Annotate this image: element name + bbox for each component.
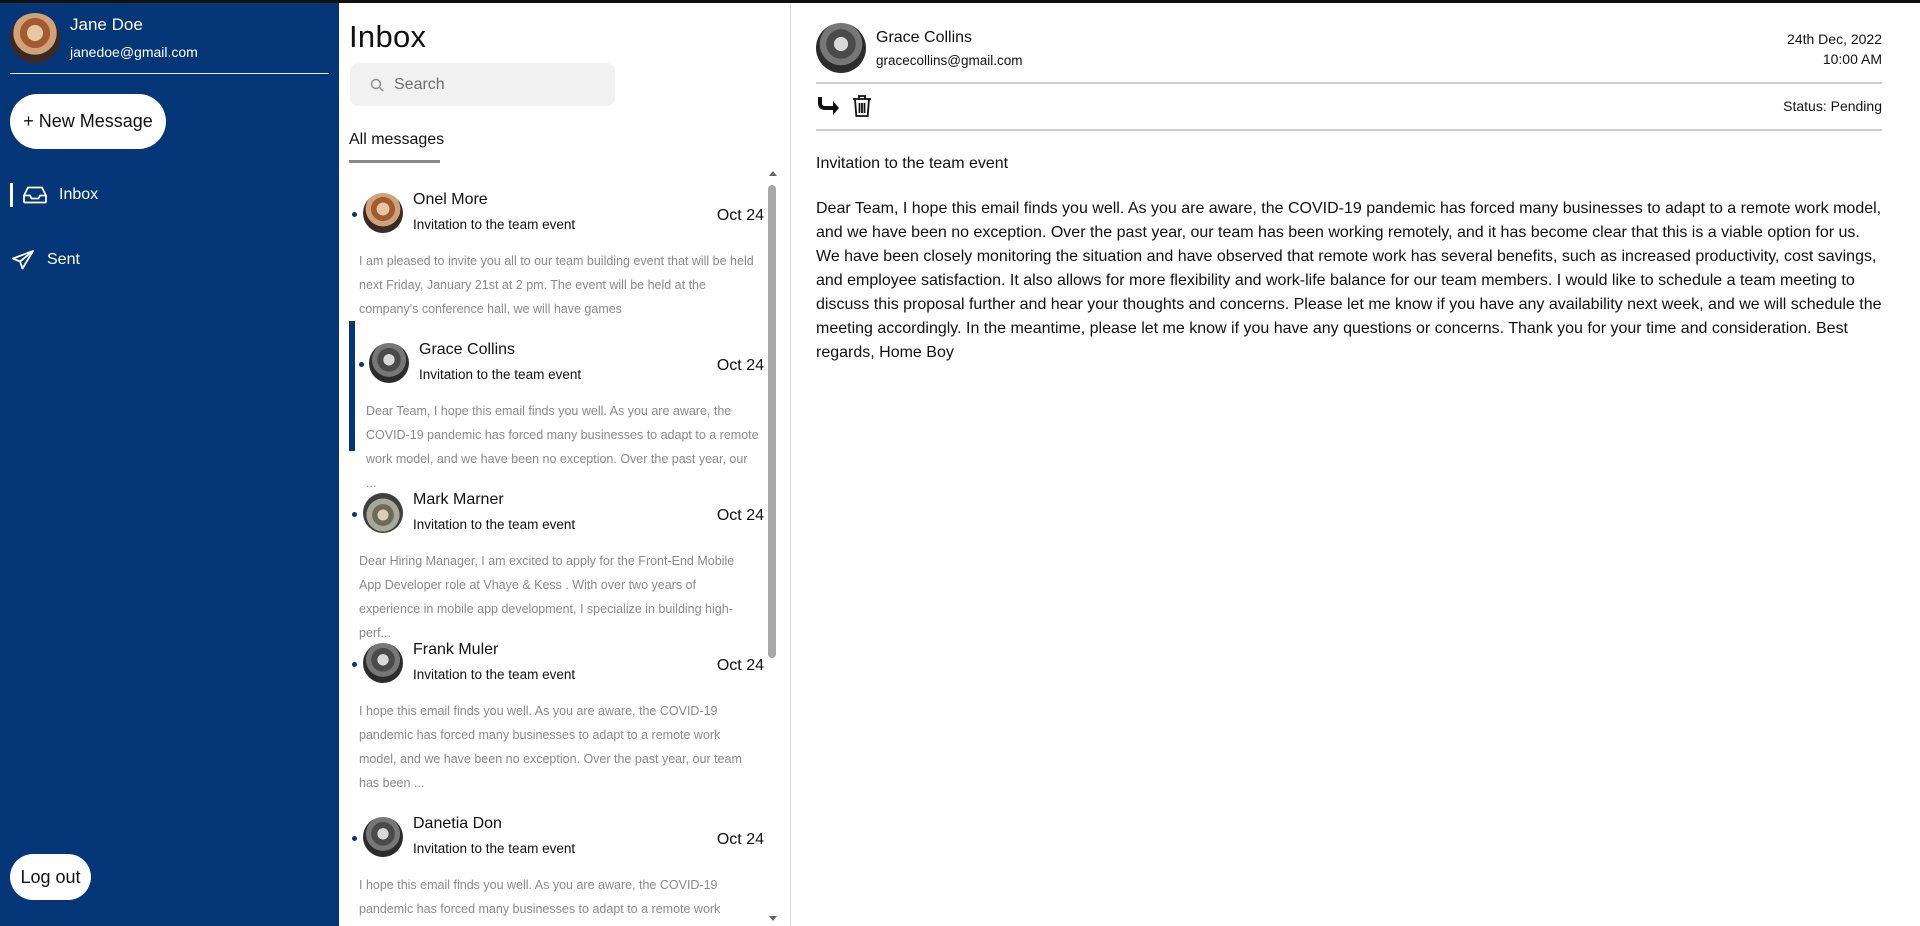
sidebar-divider bbox=[10, 73, 329, 74]
message-list-scrollbar[interactable] bbox=[767, 171, 778, 926]
new-message-button[interactable]: + New Message bbox=[10, 94, 166, 149]
message-list-item[interactable]: Onel More Invitation to the team event O… bbox=[349, 175, 764, 320]
scroll-down-arrow-icon[interactable] bbox=[769, 916, 777, 921]
message-sender: Frank Muler bbox=[413, 641, 499, 658]
message-subject: Invitation to the team event bbox=[413, 841, 576, 856]
scrollbar-thumb[interactable] bbox=[768, 185, 776, 658]
message-date: Oct 24 bbox=[716, 357, 764, 374]
sidebar-item-sent[interactable]: Sent bbox=[10, 247, 80, 273]
search-icon bbox=[370, 78, 384, 92]
logout-button[interactable]: Log out bbox=[10, 854, 91, 900]
message-list-item[interactable]: Danetia Don Invitation to the team event… bbox=[349, 799, 764, 926]
message-subject: Invitation to the team event bbox=[419, 367, 582, 382]
unread-dot bbox=[352, 836, 357, 841]
inbox-icon bbox=[22, 184, 48, 206]
message-date: Oct 24 bbox=[716, 831, 764, 848]
unread-dot bbox=[352, 512, 357, 517]
user-name: Jane Doe bbox=[70, 15, 143, 34]
reader-toolbar bbox=[816, 94, 884, 118]
user-email: janedoe@gmail.com bbox=[70, 44, 198, 60]
message-date: Oct 24 bbox=[716, 657, 764, 674]
message-sender: Danetia Don bbox=[413, 815, 502, 832]
reader-subject: Invitation to the team event bbox=[816, 155, 1009, 172]
reader-time: 10:00 AM bbox=[1822, 51, 1882, 67]
sidebar: Jane Doe janedoe@gmail.com + New Message… bbox=[0, 3, 339, 926]
reader-divider bbox=[816, 129, 1882, 131]
unread-dot bbox=[359, 362, 364, 367]
message-preview: I am pleased to invite you all to our te… bbox=[359, 254, 754, 316]
message-list-item-selected[interactable]: Grace Collins Invitation to the team eve… bbox=[349, 321, 764, 490]
reader-sender-name: Grace Collins bbox=[876, 29, 973, 46]
message-subject: Invitation to the team event bbox=[413, 217, 576, 232]
unread-dot bbox=[352, 212, 357, 217]
avatar bbox=[363, 817, 403, 857]
active-indicator bbox=[10, 183, 13, 207]
send-icon bbox=[10, 249, 36, 271]
reader-sender-email: gracecollins@gmail.com bbox=[876, 53, 1023, 68]
message-list: Onel More Invitation to the team event O… bbox=[339, 171, 779, 926]
message-reader: Grace Collins gracecollins@gmail.com 24t… bbox=[792, 3, 1920, 926]
message-sender: Grace Collins bbox=[419, 341, 516, 358]
unread-dot bbox=[352, 662, 357, 667]
scroll-up-arrow-icon[interactable] bbox=[769, 171, 777, 176]
message-date: Oct 24 bbox=[716, 507, 764, 524]
reader-date: 24th Dec, 2022 bbox=[1787, 31, 1882, 47]
sidebar-item-label: Sent bbox=[47, 251, 80, 268]
trash-icon[interactable] bbox=[850, 94, 874, 118]
status-badge: Status: Pending bbox=[1783, 98, 1882, 114]
message-preview: I hope this email finds you well. As you… bbox=[359, 878, 721, 916]
avatar bbox=[369, 343, 409, 383]
user-avatar bbox=[10, 13, 60, 63]
avatar bbox=[363, 643, 403, 683]
message-list-item[interactable]: Mark Marner Invitation to the team event… bbox=[349, 475, 764, 640]
message-date: Oct 24 bbox=[716, 207, 764, 224]
avatar bbox=[363, 193, 403, 233]
message-list-panel: Inbox All messages Onel More Invitation … bbox=[339, 3, 791, 926]
search-box[interactable] bbox=[350, 63, 615, 106]
sidebar-item-inbox[interactable]: Inbox bbox=[10, 182, 98, 208]
sender-avatar bbox=[816, 23, 866, 73]
page-title: Inbox bbox=[349, 19, 427, 54]
message-subject: Invitation to the team event bbox=[413, 517, 576, 532]
message-preview: I hope this email finds you well. As you… bbox=[359, 704, 742, 790]
message-list-item[interactable]: Frank Muler Invitation to the team event… bbox=[349, 625, 764, 795]
message-subject: Invitation to the team event bbox=[413, 667, 576, 682]
avatar bbox=[363, 493, 403, 533]
message-sender: Onel More bbox=[413, 191, 488, 208]
tab-all-messages[interactable]: All messages bbox=[349, 131, 444, 149]
search-input[interactable] bbox=[394, 75, 594, 94]
message-sender: Mark Marner bbox=[413, 491, 504, 508]
tab-active-underline bbox=[349, 160, 440, 163]
sidebar-item-label: Inbox bbox=[59, 186, 99, 203]
reader-divider bbox=[816, 82, 1882, 84]
reader-body: Dear Team, I hope this email finds you w… bbox=[816, 200, 1882, 361]
user-profile[interactable]: Jane Doe janedoe@gmail.com bbox=[10, 13, 198, 63]
reply-arrow-icon[interactable] bbox=[816, 94, 840, 118]
